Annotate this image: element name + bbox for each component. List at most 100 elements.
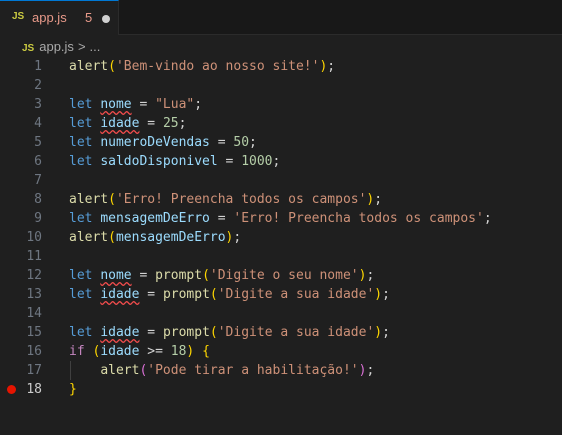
code-token: ; [374,192,383,207]
code-token: ; [178,116,187,131]
code-token: 'Digite a sua idade' [217,325,375,340]
tab-app-js[interactable]: JS app.js 5 [0,0,119,35]
line-code: alert('Pode tirar a habilitação!'); [69,361,374,380]
code-token: >= [139,344,171,359]
code-token: alert [69,192,109,207]
code-token: saldoDisponivel [100,154,218,169]
code-line[interactable]: 11 [0,247,562,266]
code-editor[interactable]: 1 alert('Bem-vindo ao nosso site!'); 2 3 let… [0,57,562,435]
line-number: 5 [34,135,42,150]
code-token: alert [69,59,109,74]
line-code: } [69,380,77,399]
code-token: { [202,344,210,359]
code-token: } [69,382,77,397]
code-token: nome [100,268,132,283]
line-number: 13 [26,287,42,302]
code-token: idade [100,287,140,302]
code-line[interactable]: 16 if (idade >= 18) { [0,342,562,361]
code-token: let [69,135,93,150]
code-token: ( [108,192,116,207]
code-token: mensagemDeErro [115,230,226,245]
code-token: = [217,154,242,169]
tab-label: app.js [32,10,67,25]
line-number: 9 [34,211,42,226]
javascript-file-icon: JS [12,11,25,22]
code-token: ( [209,287,218,302]
code-token: = [139,287,163,302]
code-line[interactable]: 15 let idade = prompt('Digite a sua idade… [0,323,562,342]
problem-count-badge: 5 [85,10,93,25]
code-line[interactable]: 7 [0,171,562,190]
code-line[interactable]: 3 let nome = "Lua"; [0,95,562,114]
code-token: let [69,116,93,131]
code-token: nome [100,97,132,112]
breakpoint-icon[interactable] [7,385,16,394]
code-token: "Lua" [155,97,195,112]
code-token: ; [382,325,390,340]
line-number: 15 [26,325,42,340]
line-code: if (idade >= 18) { [69,342,210,361]
indent-guide [70,361,71,380]
code-line[interactable]: 8 alert('Erro! Preencha todos os campos')… [0,190,562,209]
line-number: 17 [26,363,42,378]
unsaved-changes-dot-icon[interactable] [102,15,110,23]
code-token: 'Pode tirar a habilitação!' [147,363,359,378]
code-token: = [131,268,156,283]
line-number: 10 [26,230,42,245]
code-line[interactable]: 14 [0,304,562,323]
code-token: let [69,211,93,226]
code-token: ; [366,268,375,283]
code-token: ; [194,97,203,112]
line-number: 12 [26,268,42,283]
code-line[interactable]: 2 [0,76,562,95]
code-line[interactable]: 5 let numeroDeVendas = 50; [0,133,562,152]
line-code: let saldoDisponivel = 1000; [69,152,280,171]
javascript-file-icon: JS [22,43,35,54]
code-token: let [69,325,93,340]
code-line[interactable]: 9 let mensagemDeErro = 'Erro! Preencha to… [0,209,562,228]
code-token: prompt [162,325,210,340]
code-token: 25 [162,116,179,131]
code-token: 'Digite a sua idade' [217,287,375,302]
breadcrumb: JS app.js >... [22,39,100,55]
line-number: 1 [34,59,42,74]
code-line[interactable]: 4 let idade = 25; [0,114,562,133]
code-token: ) [374,287,383,302]
line-number: 3 [34,97,42,112]
code-token: ; [249,135,257,150]
code-line[interactable]: 17 alert('Pode tirar a habilitação!'); [0,361,562,380]
code-token: numeroDeVendas [100,135,210,150]
code-line[interactable]: 18} [0,380,562,399]
code-token: = [139,325,163,340]
code-token: ( [108,230,116,245]
line-number: 14 [26,306,42,321]
line-number: 11 [26,249,42,264]
code-line[interactable]: 1 alert('Bem-vindo ao nosso site!'); [0,57,562,76]
line-number: 8 [34,192,42,207]
line-code: let nome = "Lua"; [69,95,202,114]
code-token: prompt [155,268,203,283]
code-line[interactable]: 6 let saldoDisponivel = 1000; [0,152,562,171]
line-code: let nome = prompt('Digite o seu nome'); [69,266,374,285]
code-token: 'Erro! Preencha todos os campos' [115,192,367,207]
code-token: = [131,97,156,112]
line-code: let idade = prompt('Digite a sua idade')… [69,323,390,342]
code-token: let [69,268,93,283]
code-line[interactable]: 13 let idade = prompt('Digite a sua idade… [0,285,562,304]
line-code: alert('Bem-vindo ao nosso site!'); [69,57,335,76]
breadcrumb-symbols[interactable]: ... [90,39,101,54]
code-token: = [209,211,234,226]
code-token: = [139,116,163,131]
code-token: 'Erro! Preencha todos os campos' [233,211,484,226]
code-token: prompt [162,287,210,302]
line-code: alert(mensagemDeErro); [69,228,241,247]
code-token: 18 [170,344,187,359]
code-line[interactable]: 10 alert(mensagemDeErro); [0,228,562,247]
code-token: ; [382,287,390,302]
code-line[interactable]: 12 let nome = prompt('Digite o seu nome')… [0,266,562,285]
code-token: 50 [233,135,250,150]
breadcrumb-file[interactable]: app.js [39,39,74,54]
code-token: ; [272,154,281,169]
code-token: alert [69,230,109,245]
